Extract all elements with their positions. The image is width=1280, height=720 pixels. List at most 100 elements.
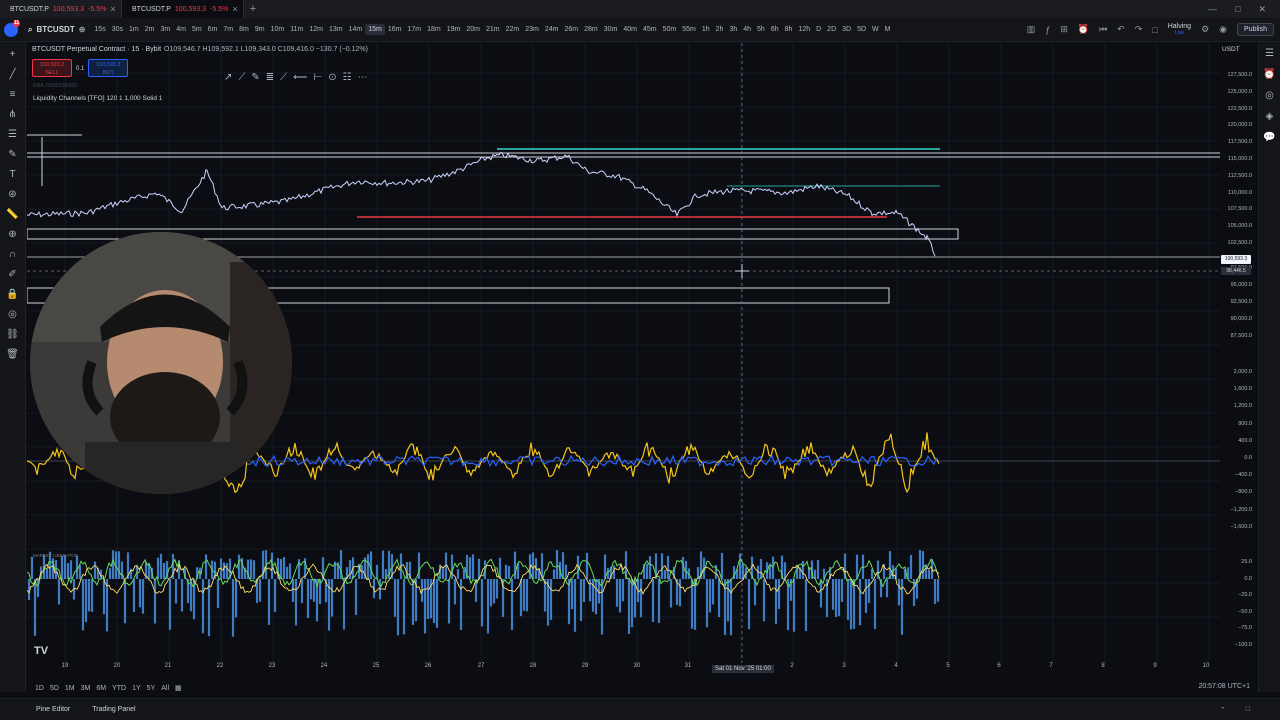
arrow-icon[interactable]: ↗ xyxy=(224,72,232,83)
timeframe-9m[interactable]: 9m xyxy=(252,24,268,35)
timeframe-22m[interactable]: 22m xyxy=(503,24,523,35)
horizontal-ray-icon[interactable]: ⟵ xyxy=(293,72,307,83)
symbol-search[interactable]: ⌕ BTCUSDT ⊕ xyxy=(22,25,91,35)
eye-icon[interactable]: ◎ xyxy=(8,308,17,321)
camera-icon[interactable]: ◉ xyxy=(1219,24,1227,35)
timeframe-12m[interactable]: 12m xyxy=(306,24,326,35)
ruler-icon[interactable]: 📏 xyxy=(6,208,18,221)
lock-icon[interactable]: 🔒 xyxy=(6,288,18,301)
timeframe-6m[interactable]: 6m xyxy=(205,24,221,35)
timeframe-19m[interactable]: 19m xyxy=(444,24,464,35)
timeframe-18m[interactable]: 18m xyxy=(424,24,444,35)
new-tab-icon[interactable]: + xyxy=(244,3,262,15)
timeframe-26m[interactable]: 26m xyxy=(561,24,581,35)
magnet-icon[interactable]: ∩ xyxy=(9,248,16,261)
alerts-icon[interactable]: ⏰ xyxy=(1263,69,1275,80)
range-1D[interactable]: 1D xyxy=(35,685,44,692)
range-5Y[interactable]: 5Y xyxy=(147,685,156,692)
watchlist-icon[interactable]: ☰ xyxy=(1265,48,1274,59)
range-1M[interactable]: 1M xyxy=(65,685,75,692)
timeframe-10m[interactable]: 10m xyxy=(268,24,288,35)
timeframe-5m[interactable]: 5m xyxy=(189,24,205,35)
brush-icon[interactable]: ✎ xyxy=(8,148,16,161)
layout-icon[interactable]: ⊞ xyxy=(1060,24,1068,35)
range-icon[interactable]: ⊢ xyxy=(314,72,323,83)
brush-icon[interactable]: ✎ xyxy=(251,72,259,83)
timeframe-40m[interactable]: 40m xyxy=(620,24,640,35)
range-5D[interactable]: 5D xyxy=(50,685,59,692)
timeframe-11m[interactable]: 11m xyxy=(287,24,306,35)
horizontal-lines-icon[interactable]: ≡ xyxy=(10,88,16,101)
close-icon[interactable]: × xyxy=(232,4,237,14)
maximize-panel-icon[interactable]: □ xyxy=(1246,706,1250,714)
undo-icon[interactable]: ↶ xyxy=(1117,24,1125,35)
timeframe-15m[interactable]: 15m xyxy=(365,24,385,35)
timeframe-24m[interactable]: 24m xyxy=(542,24,562,35)
close-icon[interactable]: × xyxy=(110,4,115,14)
timeframe-4h[interactable]: 4h xyxy=(740,24,754,35)
timeframe-3m[interactable]: 3m xyxy=(157,24,173,35)
timeframe-20m[interactable]: 20m xyxy=(463,24,483,35)
timeframe-50m[interactable]: 50m xyxy=(660,24,680,35)
price-axis[interactable]: 127,500.0 125,000.0 122,500.0 120,000.0 117,… xyxy=(1220,43,1258,683)
fullscreen-icon[interactable]: □ xyxy=(1152,25,1157,35)
maximize-icon[interactable]: □ xyxy=(1235,4,1240,15)
layers-icon[interactable]: ◈ xyxy=(1266,111,1274,122)
currency-label[interactable]: USDT xyxy=(1222,46,1240,53)
timeframe-21m[interactable]: 21m xyxy=(483,24,503,35)
timeframe-16m[interactable]: 16m xyxy=(385,24,405,35)
settings-icon[interactable]: ⚙ xyxy=(1201,24,1209,35)
chat-icon[interactable]: 💬 xyxy=(1263,132,1275,143)
sell-button[interactable]: 100,593.2 SELL xyxy=(32,59,72,77)
timeframe-14m[interactable]: 14m xyxy=(346,24,366,35)
pitchfork-icon[interactable]: ⋔ xyxy=(8,108,16,121)
collapse-icon[interactable]: ⌃ xyxy=(1220,706,1226,714)
timeframe-17m[interactable]: 17m xyxy=(404,24,424,35)
crosshair-icon[interactable]: + xyxy=(10,48,16,61)
trading-panel-tab[interactable]: Trading Panel xyxy=(92,706,135,713)
order-quantity[interactable]: 0.1 xyxy=(76,59,84,77)
timeframe-30m[interactable]: 30m xyxy=(601,24,621,35)
browser-tab-active[interactable]: BTCUSDT.P 100,593.3 -5.5% × xyxy=(122,0,244,18)
target-icon[interactable]: ⊙ xyxy=(328,72,336,83)
menu-icon[interactable]: ☷ xyxy=(343,72,352,83)
range-3M[interactable]: 3M xyxy=(81,685,91,692)
timeframe-12h[interactable]: 12h xyxy=(795,24,813,35)
more-icon[interactable]: ⋯ xyxy=(358,72,368,83)
pattern-icon[interactable]: ⊛ xyxy=(8,188,16,201)
timeframe-3D[interactable]: 3D xyxy=(839,24,854,35)
browser-tab[interactable]: BTCUSDT.P 100,593.3 -5.5% × xyxy=(0,0,122,18)
user-avatar[interactable]: 11 xyxy=(0,19,22,41)
chart-type-icon[interactable]: ▥ xyxy=(1027,24,1036,35)
timeframe-8m[interactable]: 8m xyxy=(236,24,252,35)
timeframe-30s[interactable]: 30s xyxy=(109,24,126,35)
trendline-icon[interactable]: ╱ xyxy=(9,68,15,81)
timeframe-W[interactable]: W xyxy=(869,24,882,35)
pencil-icon[interactable]: ✐ xyxy=(8,268,16,281)
minimize-icon[interactable]: — xyxy=(1208,4,1217,15)
timeframe-5D[interactable]: 5D xyxy=(854,24,869,35)
add-symbol-icon[interactable]: ⊕ xyxy=(79,25,86,34)
calendar-icon[interactable]: ▦ xyxy=(175,684,182,692)
timeframe-28m[interactable]: 28m xyxy=(581,24,601,35)
timeframe-2h[interactable]: 2h xyxy=(713,24,727,35)
timeframe-D[interactable]: D xyxy=(813,24,824,35)
close-window-icon[interactable]: ✕ xyxy=(1258,4,1266,15)
link-icon[interactable]: ⛓ xyxy=(6,328,19,341)
time-axis[interactable]: 19 20 21 22 23 24 25 26 27 28 29 30 31 2 3 4 5 6 7 8 9 10 xyxy=(27,663,1220,677)
timeframe-M[interactable]: M xyxy=(882,24,894,35)
range-YTD[interactable]: YTD xyxy=(112,685,126,692)
halving-widget[interactable]: Halving Live xyxy=(1168,23,1191,37)
fib-icon[interactable]: ☰ xyxy=(8,128,17,141)
timeframe-23m[interactable]: 23m xyxy=(522,24,542,35)
text-icon[interactable]: T xyxy=(9,168,15,181)
timeframe-2m[interactable]: 2m xyxy=(142,24,158,35)
timeframe-5h[interactable]: 5h xyxy=(754,24,768,35)
trash-icon[interactable]: 🗑 xyxy=(6,348,19,361)
pine-editor-tab[interactable]: Pine Editor xyxy=(36,706,70,713)
timeframe-3h[interactable]: 3h xyxy=(726,24,740,35)
zoom-icon[interactable]: ⊕ xyxy=(8,228,16,241)
range-6M[interactable]: 6M xyxy=(96,685,106,692)
timeframe-1h[interactable]: 1h xyxy=(699,24,713,35)
timeframe-6h[interactable]: 6h xyxy=(768,24,782,35)
